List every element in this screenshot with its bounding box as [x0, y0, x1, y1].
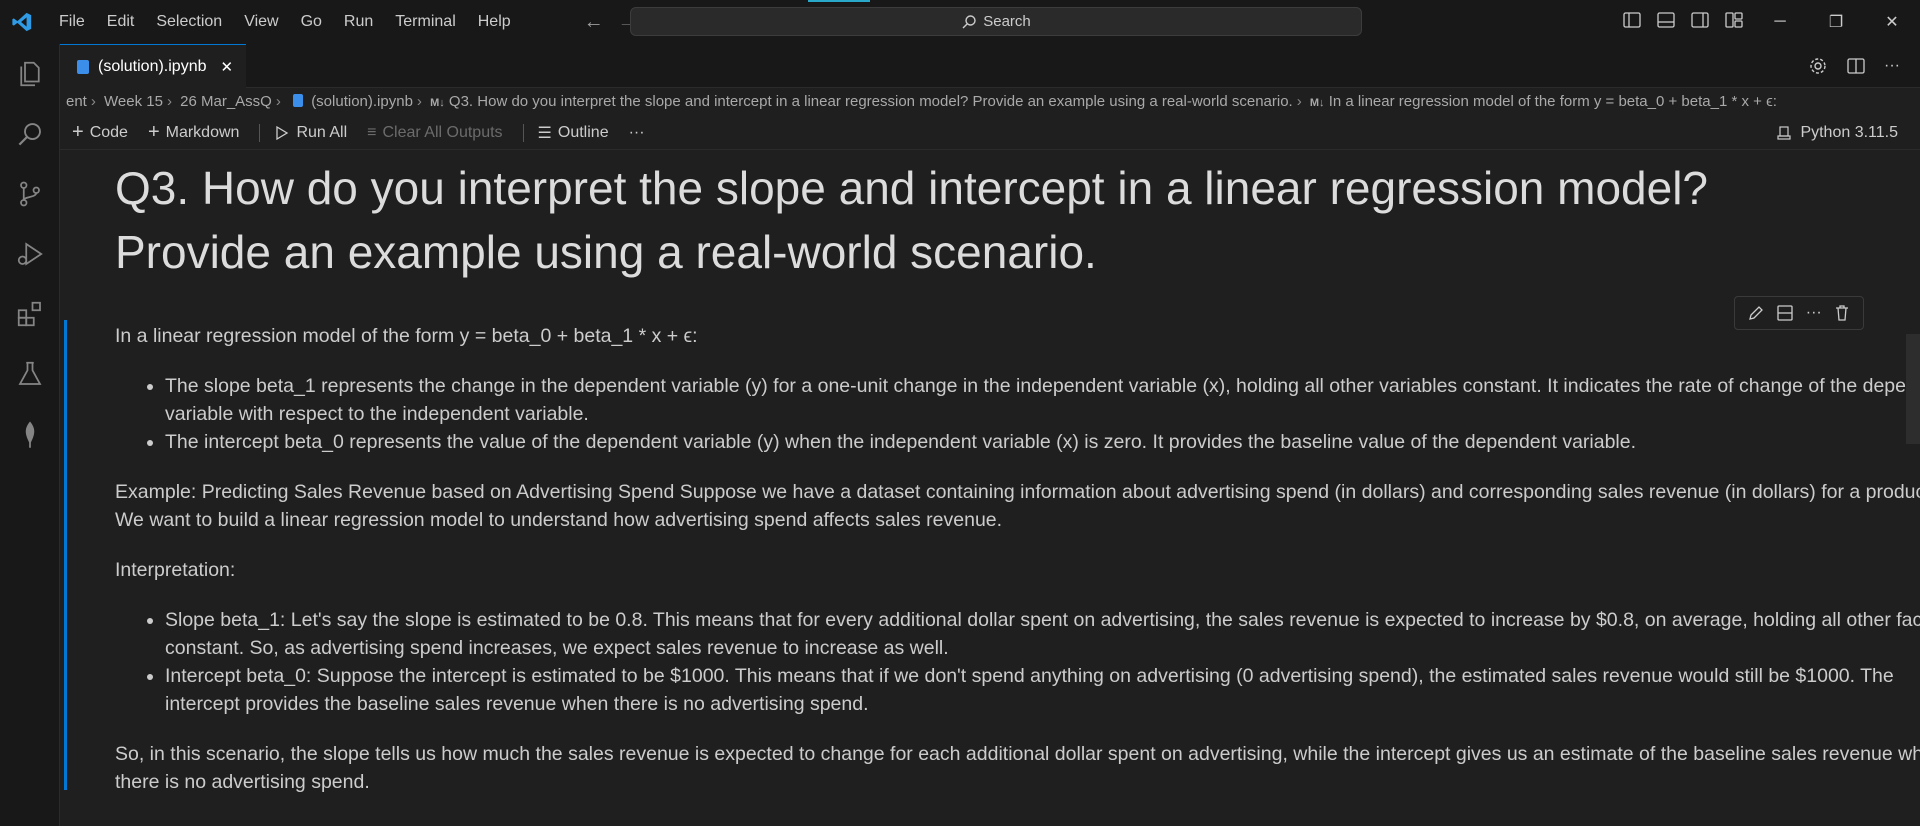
kernel-picker[interactable]: Python 3.11.5 [1776, 116, 1898, 150]
toolbar-divider [259, 123, 261, 142]
menu-file[interactable]: File [48, 0, 96, 44]
search-icon [962, 14, 976, 28]
run-all-button[interactable]: Run All [274, 124, 347, 142]
tab-solution-ipynb[interactable]: (solution).ipynb ✕ [60, 44, 246, 88]
mongodb-leaf-icon[interactable] [0, 404, 60, 464]
run-debug-icon[interactable] [0, 224, 60, 284]
interpretation-label: Interpretation: [115, 559, 236, 581]
breadcrumb-item-file[interactable]: (solution).ipynb [311, 93, 413, 110]
menu-view[interactable]: View [233, 0, 289, 44]
kernel-icon [1777, 126, 1792, 140]
outline-icon: ☰ [537, 124, 552, 142]
testing-flask-icon[interactable] [0, 344, 60, 404]
back-arrow-icon[interactable]: ← [584, 11, 604, 34]
run-all-label: Run All [296, 123, 348, 141]
menu-selection[interactable]: Selection [145, 0, 233, 44]
plus-icon: + [147, 121, 160, 143]
menu-run[interactable]: Run [333, 0, 384, 44]
outline-button[interactable]: ☰ Outline [538, 123, 609, 143]
breadcrumb-item-heading[interactable]: Q3. How do you interpret the slope and i… [449, 93, 1293, 110]
toolbar-divider-2 [522, 123, 524, 142]
explorer-icon[interactable] [0, 44, 60, 104]
command-center-search[interactable]: Search [630, 7, 1362, 36]
notebook-settings-gear-icon[interactable] [1808, 56, 1828, 76]
list-item: Intercept beta_0: Suppose the intercept … [165, 662, 1920, 718]
menu-bar: File Edit Selection View Go Run Terminal… [48, 0, 522, 44]
breadcrumb-item-week[interactable]: Week 15 [104, 93, 163, 110]
example-paragraph: Example: Predicting Sales Revenue based … [115, 481, 1920, 531]
notebook-editor: Q3. How do you interpret the slope and i… [60, 150, 1920, 826]
markdown-heading: Q3. How do you interpret the slope and i… [115, 162, 1709, 278]
toolbar-more-icon[interactable]: ··· [629, 124, 645, 142]
markdown-icon-2: M↓ [1309, 97, 1325, 109]
markdown-cell[interactable]: In a linear regression model of the form… [115, 322, 1920, 818]
cell-intro: In a linear regression model of the form… [115, 325, 698, 347]
search-view-icon[interactable] [0, 104, 60, 164]
clear-outputs-button[interactable]: ≡ Clear All Outputs [367, 124, 502, 142]
plus-icon: + [72, 121, 84, 143]
search-label: Search [983, 13, 1031, 30]
breadcrumb-item-assignment[interactable]: 26 Mar_AssQ [180, 93, 272, 110]
menu-go[interactable]: Go [290, 0, 333, 44]
activity-bar [0, 44, 60, 826]
menu-edit[interactable]: Edit [96, 0, 146, 44]
split-cell-icon[interactable] [1776, 304, 1794, 322]
breadcrumb-notebook-icon [293, 94, 304, 107]
close-window-icon[interactable]: ✕ [1864, 0, 1920, 44]
outline-label: Outline [557, 123, 609, 141]
customize-layout-icon[interactable] [1724, 10, 1744, 30]
toggle-primary-sidebar-icon[interactable] [1622, 10, 1642, 30]
kernel-label: Python 3.11.5 [1800, 124, 1898, 141]
clear-outputs-label: Clear All Outputs [382, 123, 503, 141]
add-code-label: Code [89, 123, 128, 141]
toggle-secondary-sidebar-icon[interactable] [1690, 10, 1710, 30]
add-markdown-button[interactable]: + Markdown [148, 121, 240, 144]
scrollbar-thumb[interactable] [1906, 334, 1920, 444]
conclusion-paragraph: So, in this scenario, the slope tells us… [115, 743, 1920, 793]
restore-icon[interactable]: ❐ [1808, 0, 1864, 44]
list-item: Slope beta_1: Let's say the slope is est… [165, 606, 1920, 662]
menu-help[interactable]: Help [467, 0, 522, 44]
minimize-icon[interactable]: ─ [1752, 0, 1808, 44]
markdown-icon: M↓ [430, 97, 445, 109]
edit-cell-pencil-icon[interactable] [1747, 304, 1765, 322]
split-editor-icon[interactable] [1846, 56, 1866, 76]
list-item: The intercept beta_0 represents the valu… [165, 428, 1920, 456]
list-item: The slope beta_1 represents the change i… [165, 372, 1920, 428]
add-markdown-label: Markdown [165, 123, 240, 141]
vscode-logo-icon [2, 0, 42, 44]
tab-label: (solution).ipynb [98, 57, 207, 75]
title-accent-bar [808, 0, 870, 2]
cell-more-icon[interactable]: ··· [1806, 304, 1822, 322]
title-bar: File Edit Selection View Go Run Terminal… [0, 0, 1920, 44]
extensions-icon[interactable] [0, 284, 60, 344]
toggle-panel-icon[interactable] [1656, 10, 1676, 30]
close-tab-icon[interactable]: ✕ [221, 58, 234, 76]
menu-terminal[interactable]: Terminal [384, 0, 466, 44]
more-actions-icon[interactable]: ··· [1884, 56, 1900, 76]
editor-tabs: (solution).ipynb ✕ ··· [60, 44, 1920, 88]
run-all-icon [276, 125, 289, 140]
delete-cell-trash-icon[interactable] [1833, 304, 1851, 322]
notebook-file-icon [77, 59, 89, 74]
breadcrumb-item-folder[interactable]: ent [66, 93, 87, 110]
source-control-icon[interactable] [0, 164, 60, 224]
interpretation-list: Slope beta_1: Let's say the slope is est… [165, 606, 1920, 718]
notebook-toolbar: + Code + Markdown Run All ≡ Clear All Outpu… [60, 116, 1920, 150]
breadcrumb: ent › Week 15 › 26 Mar_AssQ › (solution).ip… [60, 88, 1920, 116]
breadcrumb-item-cell[interactable]: In a linear regression model of the form… [1329, 93, 1777, 110]
selected-cell-indicator [64, 320, 67, 790]
clear-outputs-icon: ≡ [367, 123, 377, 141]
definition-list: The slope beta_1 represents the change i… [165, 372, 1920, 456]
add-code-button[interactable]: + Code [72, 121, 128, 144]
